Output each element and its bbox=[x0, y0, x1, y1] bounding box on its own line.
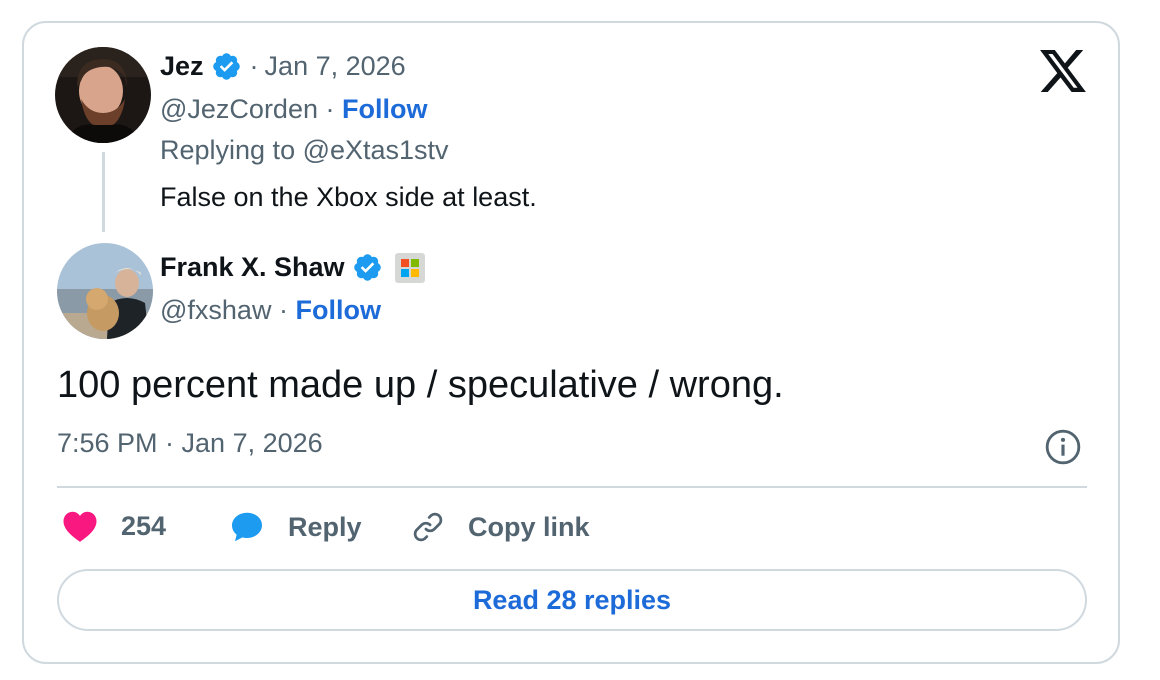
reply-button[interactable]: Reply bbox=[229, 509, 362, 545]
info-icon[interactable] bbox=[1044, 428, 1082, 466]
quoted-follow-button[interactable]: Follow bbox=[342, 94, 427, 124]
tweet-author-name[interactable]: Frank X. Shaw bbox=[160, 252, 345, 283]
verified-badge-icon bbox=[353, 254, 381, 281]
x-logo-icon[interactable] bbox=[1040, 50, 1086, 92]
reply-bubble-icon bbox=[232, 512, 262, 542]
tweet-text: 100 percent made up / speculative / wron… bbox=[57, 364, 784, 406]
separator-dot: · bbox=[278, 295, 288, 325]
link-icon bbox=[413, 512, 443, 542]
tweet-author-row: Frank X. Shaw bbox=[160, 252, 425, 283]
quoted-date[interactable]: Jan 7, 2026 bbox=[265, 51, 406, 82]
read-replies-button[interactable]: Read 28 replies bbox=[57, 569, 1087, 631]
copy-link-label: Copy link bbox=[468, 511, 590, 542]
copy-link-button[interactable]: Copy link bbox=[410, 509, 590, 545]
quoted-author-row: Jez · Jan 7, 2026 bbox=[160, 51, 406, 82]
quoted-handle-row: @JezCorden · Follow bbox=[160, 94, 428, 125]
affiliate-logo-icon[interactable] bbox=[394, 252, 425, 283]
like-count: 254 bbox=[121, 510, 167, 541]
replying-to-label[interactable]: Replying to @eXtas1stv bbox=[160, 135, 449, 166]
like-button[interactable]: 254 bbox=[62, 509, 166, 543]
tweet-follow-button[interactable]: Follow bbox=[295, 295, 380, 325]
separator-dot: · bbox=[249, 51, 259, 81]
reply-label: Reply bbox=[288, 511, 362, 542]
verified-badge-icon bbox=[212, 53, 240, 80]
separator-dot: · bbox=[325, 94, 335, 124]
frank-avatar[interactable] bbox=[57, 243, 153, 339]
read-replies-label: Read 28 replies bbox=[472, 584, 672, 615]
tweet-handle[interactable]: @fxshaw bbox=[160, 295, 271, 325]
heart-icon bbox=[63, 511, 97, 542]
thread-connector-line bbox=[102, 152, 105, 232]
jez-avatar[interactable] bbox=[55, 47, 151, 143]
tweet-handle-row: @fxshaw · Follow bbox=[160, 295, 381, 326]
tweet-timestamp[interactable]: 7:56 PM · Jan 7, 2026 bbox=[57, 428, 323, 459]
quoted-tweet-text: False on the Xbox side at least. bbox=[160, 182, 537, 212]
action-divider bbox=[57, 486, 1087, 488]
quoted-handle[interactable]: @JezCorden bbox=[160, 94, 318, 124]
quoted-author-name[interactable]: Jez bbox=[160, 51, 204, 82]
